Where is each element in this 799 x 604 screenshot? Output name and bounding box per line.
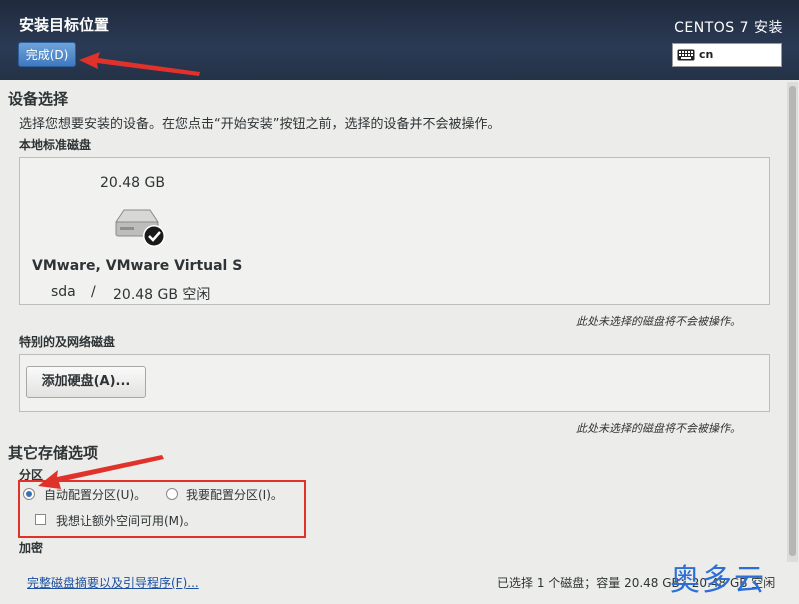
local-disk-note: 此处未选择的磁盘将不会被操作。 xyxy=(576,315,741,328)
special-disks-label: 特别的及网络磁盘 xyxy=(19,335,116,349)
hard-disk-icon xyxy=(115,209,165,247)
product-title: CENTOS 7 安装 xyxy=(674,20,783,36)
watermark-text: 奥多云 xyxy=(670,563,766,598)
manual-partition-radio[interactable] xyxy=(166,488,178,500)
disk-size: 20.48 GB xyxy=(100,175,165,191)
add-disk-button[interactable]: 添加硬盘(A)... xyxy=(26,366,146,398)
page-title: 安装目标位置 xyxy=(19,16,110,34)
disk-free: 20.48 GB 空闲 xyxy=(113,287,211,303)
disk-sda[interactable]: 20.48 GB VMware, VMware Virtual S sda / … xyxy=(30,168,250,303)
auto-partition-label[interactable]: 自动配置分区(U)。 xyxy=(44,486,146,503)
done-button[interactable]: 完成(D) xyxy=(18,42,76,67)
special-disk-note: 此处未选择的磁盘将不会被操作。 xyxy=(576,422,741,435)
encryption-label: 加密 xyxy=(19,541,44,555)
manual-partition-label[interactable]: 我要配置分区(I)。 xyxy=(186,486,283,503)
full-disk-summary-link[interactable]: 完整磁盘摘要以及引导程序(F)... xyxy=(27,574,199,591)
device-selection-description: 选择您想要安装的设备。在您点击“开始安装”按钮之前，选择的设备并不会被操作。 xyxy=(19,117,501,132)
keyboard-layout-indicator[interactable]: cn xyxy=(672,43,782,67)
keyboard-layout-label: cn xyxy=(699,48,714,61)
disk-name: VMware, VMware Virtual S xyxy=(32,258,243,274)
scrollbar-thumb[interactable] xyxy=(789,86,796,556)
extra-space-label[interactable]: 我想让额外空间可用(M)。 xyxy=(56,512,196,529)
extra-space-checkbox[interactable] xyxy=(35,514,46,525)
disk-device: sda xyxy=(51,284,76,300)
header-bar: 安装目标位置 完成(D) CENTOS 7 安装 cn xyxy=(0,0,799,80)
scrollbar[interactable] xyxy=(787,82,798,562)
device-selection-heading: 设备选择 xyxy=(8,90,69,108)
local-disks-panel: 20.48 GB VMware, VMware Virtual S sda / … xyxy=(19,157,770,305)
other-storage-heading: 其它存储选项 xyxy=(8,444,99,462)
auto-partition-radio[interactable] xyxy=(23,488,35,500)
disk-separator: / xyxy=(91,284,96,300)
keyboard-icon xyxy=(677,49,695,61)
local-disks-label: 本地标准磁盘 xyxy=(19,138,92,152)
